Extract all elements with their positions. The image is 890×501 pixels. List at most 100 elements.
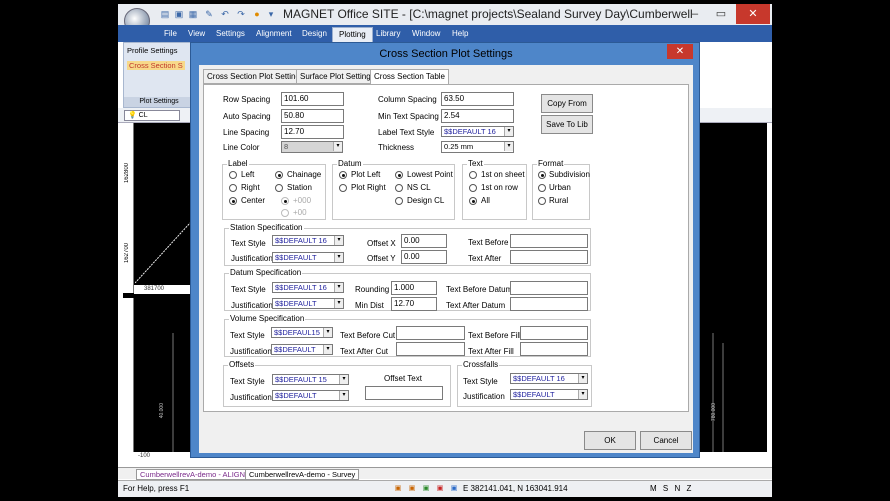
crossfalls-justification-combo[interactable]: $$DEFAULT ▾ — [510, 389, 588, 400]
row-spacing-input[interactable]: 101.60 — [281, 92, 344, 106]
copy-from-lib-button[interactable]: Copy From Lib — [541, 94, 593, 125]
datum-lowest-point-radio[interactable] — [395, 171, 403, 179]
tab-window[interactable]: Window — [406, 27, 446, 42]
cross-section-settings-item[interactable]: Cross Section S — [127, 61, 185, 70]
datum-justification-value: $$DEFAULT — [275, 299, 317, 308]
new-icon[interactable]: ▤ — [160, 9, 170, 19]
station-text-style-value: $$DEFAULT 16 — [275, 236, 327, 245]
offset-x-input[interactable]: 0.00 — [401, 234, 447, 248]
edit-icon[interactable]: ✎ — [204, 9, 214, 19]
crossfalls-text-style-combo[interactable]: $$DEFAULT 16 ▾ — [510, 373, 588, 384]
datum-plot-left-radio[interactable] — [339, 171, 347, 179]
undo-icon[interactable]: ↶ — [220, 9, 230, 19]
text-after-cut-input[interactable] — [396, 342, 465, 356]
close-window-button[interactable]: ✕ — [736, 4, 770, 24]
text-before-fill-input[interactable] — [520, 326, 588, 340]
datum-plot-right-text: Plot Right — [351, 183, 386, 192]
datum-ns-cl-radio[interactable] — [395, 184, 403, 192]
redo-icon[interactable]: ↷ — [236, 9, 246, 19]
save-icon[interactable]: ▦ — [188, 9, 198, 19]
format-rural-radio[interactable] — [538, 197, 546, 205]
status-icon[interactable]: ▣ — [394, 485, 402, 493]
status-icon[interactable]: ▣ — [436, 485, 444, 493]
thickness-combo[interactable]: 0.25 mm ▾ — [441, 141, 514, 153]
volume-justification-combo[interactable]: $$DEFAULT ▾ — [271, 344, 333, 355]
label-center-radio[interactable] — [229, 197, 237, 205]
minimize-button[interactable]: – — [682, 4, 708, 24]
station-justification-combo[interactable]: $$DEFAULT ▾ — [272, 252, 344, 263]
format-subdivision-radio[interactable] — [538, 171, 546, 179]
doc-tab-align1[interactable]: CumberwellrevA-demo - ALIGN1 — [136, 469, 254, 480]
auto-spacing-input[interactable]: 50.80 — [281, 109, 344, 123]
label-left-radio[interactable] — [229, 171, 237, 179]
tab-plotting[interactable]: Plotting — [332, 27, 373, 42]
open-icon[interactable]: ▣ — [174, 9, 184, 19]
dialog-close-button[interactable]: ✕ — [667, 44, 693, 59]
label-plus000-radio[interactable] — [281, 197, 289, 205]
maximize-button[interactable]: ▭ — [708, 4, 734, 24]
station-text-style-combo[interactable]: $$DEFAULT 16 ▾ — [272, 235, 344, 246]
format-urban-radio[interactable] — [538, 184, 546, 192]
volume-text-style-combo[interactable]: $$DEFAUL15 ▾ — [271, 327, 333, 338]
text-first-on-row-radio[interactable] — [469, 184, 477, 192]
plot-label: 780.000 — [711, 403, 717, 422]
info-icon[interactable]: ● — [252, 9, 262, 19]
datum-plot-right-radio[interactable] — [339, 184, 347, 192]
tab-view[interactable]: View — [182, 27, 211, 42]
tab-design[interactable]: Design — [296, 27, 333, 42]
tab-settings[interactable]: Settings — [210, 27, 251, 42]
tab-library[interactable]: Library — [370, 27, 406, 42]
cancel-button[interactable]: Cancel — [640, 431, 692, 450]
column-spacing-input[interactable]: 63.50 — [441, 92, 514, 106]
station-text-after-input[interactable] — [510, 250, 588, 264]
thickness-value: 0.25 mm — [444, 142, 474, 151]
chevron-down-icon: ▾ — [339, 391, 348, 400]
label-right-radio[interactable] — [229, 184, 237, 192]
station-text-before-input[interactable] — [510, 234, 588, 248]
status-icon[interactable]: ▣ — [408, 485, 416, 493]
offsets-justification-combo[interactable]: $$DEFAULT ▾ — [272, 390, 349, 401]
datum-justification-combo[interactable]: $$DEFAULT ▾ — [272, 298, 344, 309]
min-text-spacing-input[interactable]: 2.54 — [441, 109, 514, 123]
tab-surface-plot-settings[interactable]: Surface Plot Settings — [296, 69, 379, 84]
label-chainage-radio[interactable] — [275, 171, 283, 179]
text-after-fill-input[interactable] — [520, 342, 588, 356]
ribbon-tabs: File View Settings Alignment Design Plot… — [118, 25, 772, 42]
datum-design-cl-radio[interactable] — [395, 197, 403, 205]
profile-settings-item[interactable]: Profile Settings — [127, 46, 177, 55]
label-text-style-combo[interactable]: $$DEFAULT 16 ▾ — [441, 126, 514, 137]
dialog-title: Cross Section Plot Settings — [379, 48, 513, 60]
chevron-down-icon: ▾ — [504, 142, 513, 151]
offsets-text-style-value: $$DEFAULT 15 — [275, 375, 327, 384]
text-all-radio[interactable] — [469, 197, 477, 205]
tab-cross-section-table[interactable]: Cross Section Table — [370, 69, 449, 85]
label-plus00-radio[interactable] — [281, 209, 289, 217]
rounding-input[interactable]: 1.000 — [391, 281, 437, 295]
status-icon[interactable]: ▣ — [422, 485, 430, 493]
dropdown-icon[interactable]: ▾ — [266, 9, 276, 19]
doc-tab-survey[interactable]: CumberwellrevA-demo - Survey — [245, 469, 360, 480]
label-station-radio[interactable] — [275, 184, 283, 192]
ok-button[interactable]: OK — [584, 431, 636, 450]
line-color-combo[interactable]: 8 ▾ — [281, 141, 343, 153]
status-icon[interactable]: ▣ — [450, 485, 458, 493]
offset-y-input[interactable]: 0.00 — [401, 250, 447, 264]
save-to-lib-button[interactable]: Save To Lib — [541, 115, 593, 134]
tab-help[interactable]: Help — [446, 27, 474, 42]
tab-file[interactable]: File — [158, 27, 183, 42]
min-dist-input[interactable]: 12.70 — [391, 297, 437, 311]
layer-combo[interactable]: 💡 CL — [124, 110, 180, 121]
text-before-datum-input[interactable] — [510, 281, 588, 295]
datum-text-style-combo[interactable]: $$DEFAULT 16 ▾ — [272, 282, 344, 293]
tab-cross-section-plot-settings[interactable]: Cross Section Plot Settings — [203, 69, 308, 84]
offset-text-input[interactable] — [365, 386, 443, 400]
text-before-cut-input[interactable] — [396, 326, 465, 340]
tab-alignment[interactable]: Alignment — [250, 27, 298, 42]
crossfalls-justification-value: $$DEFAULT — [513, 390, 555, 399]
status-bar: For Help, press F1 ▣ ▣ ▣ ▣ ▣ E 382141.04… — [118, 480, 772, 497]
cross-section-plot-settings-dialog: Cross Section Plot Settings ✕ Cross Sect… — [190, 42, 700, 458]
offsets-text-style-combo[interactable]: $$DEFAULT 15 ▾ — [272, 374, 349, 385]
text-after-datum-input[interactable] — [510, 297, 588, 311]
text-first-on-sheet-radio[interactable] — [469, 171, 477, 179]
line-spacing-input[interactable]: 12.70 — [281, 125, 344, 139]
